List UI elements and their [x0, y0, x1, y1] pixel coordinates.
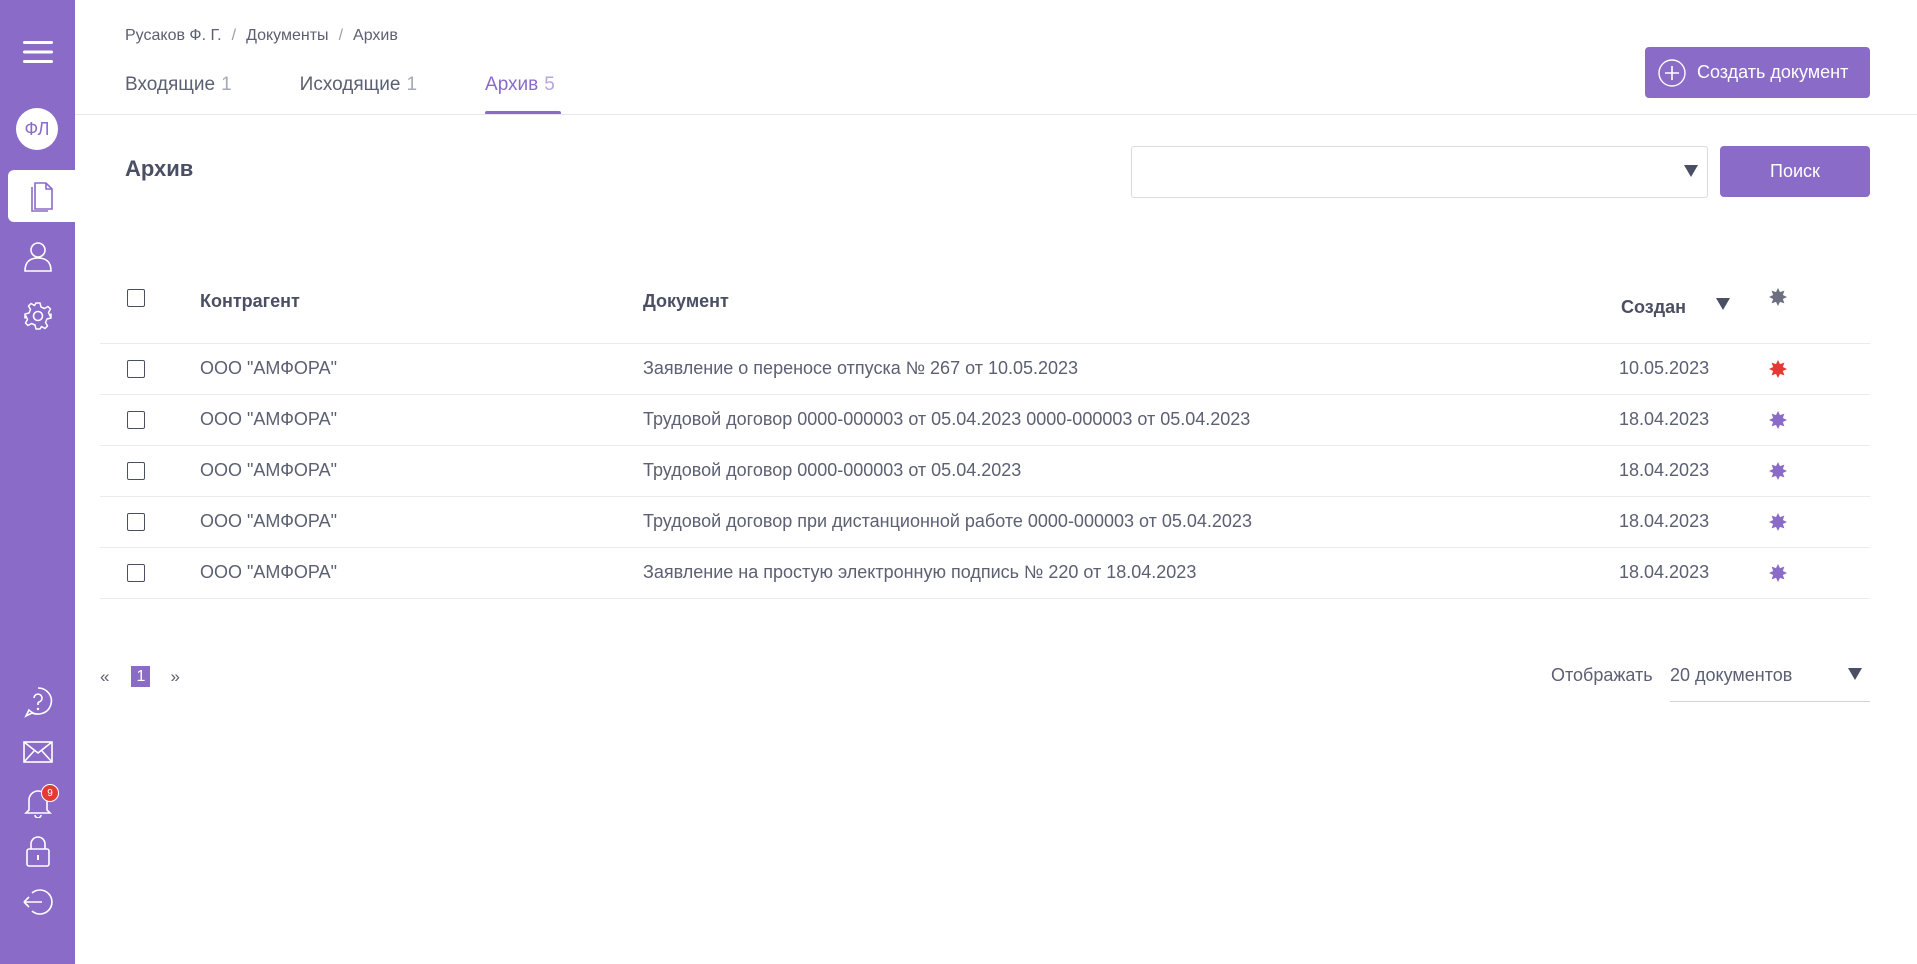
page-title: Архив: [125, 156, 194, 181]
logout-icon: [22, 889, 53, 915]
per-page-value: 20 документов: [1670, 665, 1793, 685]
table-row[interactable]: ООО "АМФОРА" Трудовой договор 0000-000003…: [100, 395, 1870, 446]
documents-icon: [30, 182, 53, 212]
sort-desc-icon[interactable]: [1716, 298, 1730, 311]
cell-created: 18.04.2023: [1619, 460, 1710, 480]
breadcrumb-separator: /: [338, 27, 344, 44]
column-header-document: Документ: [643, 291, 729, 311]
sidebar-item-settings[interactable]: [0, 294, 75, 338]
cell-counterparty: ООО "АМФОРА": [200, 409, 338, 429]
tab-label: Исходящие: [299, 74, 401, 95]
document-tabs: Входящие 1 Исходящие 1 Архив 5: [125, 74, 623, 115]
status-icon: [1769, 513, 1787, 531]
status-icon: [1769, 564, 1787, 582]
breadcrumb-item-user[interactable]: Русаков Ф. Г.: [125, 27, 222, 45]
cell-counterparty: ООО "АМФОРА": [200, 511, 338, 531]
pagination: « 1 »: [100, 666, 180, 687]
documents-table: Контрагент Документ Создан ООО "АМФОРА" З…: [100, 278, 1870, 599]
table-body: ООО "АМФОРА" Заявление о переносе отпуска…: [100, 344, 1870, 599]
table-row[interactable]: ООО "АМФОРА" Трудовой договор 0000-000003…: [100, 446, 1870, 497]
cell-document[interactable]: Трудовой договор 0000-000003 от 05.04.20…: [643, 409, 1250, 430]
tab-outgoing[interactable]: Исходящие 1: [300, 74, 417, 115]
help-icon: [23, 687, 52, 718]
cell-document[interactable]: Заявление на простую электронную подпись…: [643, 562, 1196, 583]
status-icon: [1769, 360, 1787, 378]
tab-label: Входящие: [125, 74, 216, 95]
table-row[interactable]: ООО "АМФОРА" Заявление на простую электро…: [100, 548, 1870, 599]
lock-icon: [25, 836, 50, 867]
notification-badge: 9: [41, 784, 59, 802]
plus-circle-icon: [1658, 58, 1686, 87]
sidebar-item-mail[interactable]: [0, 730, 75, 774]
cell-document[interactable]: Трудовой договор при дистанционной работ…: [643, 511, 1252, 532]
status-icon: [1769, 411, 1787, 429]
tab-label: Архив: [485, 74, 539, 95]
status-icon: [1769, 462, 1787, 480]
cell-created: 10.05.2023: [1619, 358, 1710, 378]
status-header-icon: [1769, 288, 1787, 306]
cell-document[interactable]: Трудовой договор 0000-000003 от 05.04.20…: [643, 460, 1021, 481]
row-checkbox[interactable]: [127, 462, 145, 480]
sidebar-item-notifications[interactable]: [0, 780, 75, 824]
cell-counterparty: ООО "АМФОРА": [200, 562, 338, 582]
header-divider: [75, 114, 1917, 115]
tab-count: 1: [221, 74, 232, 95]
cell-counterparty: ООО "АМФОРА": [200, 358, 338, 378]
contacts-icon: [23, 242, 52, 272]
tab-archive[interactable]: Архив 5: [485, 74, 561, 115]
mail-icon: [22, 741, 53, 763]
column-header-created[interactable]: Создан: [1621, 297, 1686, 318]
table-row[interactable]: ООО "АМФОРА" Трудовой договор при дистанц…: [100, 497, 1870, 548]
cell-created: 18.04.2023: [1619, 562, 1710, 582]
row-checkbox[interactable]: [127, 564, 145, 582]
menu-icon[interactable]: [0, 30, 75, 74]
chevron-down-icon: [1848, 668, 1862, 680]
tab-incoming[interactable]: Входящие 1: [125, 74, 232, 115]
column-header-counterparty: Контрагент: [200, 291, 300, 311]
sidebar-item-lock[interactable]: [0, 830, 75, 874]
chevron-down-icon: [1684, 165, 1698, 177]
breadcrumb-item-archive: Архив: [353, 27, 398, 44]
avatar[interactable]: ФЛ: [16, 108, 58, 150]
settings-icon: [23, 302, 52, 330]
pagination-next[interactable]: »: [170, 667, 179, 687]
sidebar-item-contacts[interactable]: [0, 234, 75, 278]
sidebar-item-help[interactable]: [0, 680, 75, 724]
create-document-button[interactable]: Создать документ: [1645, 47, 1870, 98]
breadcrumb-separator: /: [231, 27, 237, 44]
row-checkbox[interactable]: [127, 411, 145, 429]
sidebar: ФЛ 9: [0, 0, 75, 964]
cell-created: 18.04.2023: [1619, 409, 1710, 429]
breadcrumb: Русаков Ф. Г. / Документы / Архив: [125, 27, 398, 45]
per-page-label: Отображать: [1551, 665, 1653, 685]
tab-count: 1: [406, 74, 418, 95]
row-checkbox[interactable]: [127, 513, 145, 531]
pagination-page-current[interactable]: 1: [131, 666, 151, 687]
breadcrumb-item-documents[interactable]: Документы: [246, 27, 328, 45]
pagination-prev[interactable]: «: [100, 667, 109, 687]
per-page-select[interactable]: 20 документов: [1670, 656, 1870, 702]
cell-counterparty: ООО "АМФОРА": [200, 460, 338, 480]
filter-select[interactable]: [1131, 146, 1708, 198]
sidebar-item-documents[interactable]: [8, 170, 75, 222]
search-button[interactable]: Поиск: [1720, 146, 1870, 197]
cell-created: 18.04.2023: [1619, 511, 1710, 531]
row-checkbox[interactable]: [127, 360, 145, 378]
table-header: Контрагент Документ Создан: [100, 278, 1870, 344]
select-all-checkbox[interactable]: [127, 289, 145, 307]
tab-count: 5: [544, 74, 555, 95]
create-document-label: Создать документ: [1697, 62, 1849, 82]
sidebar-item-logout[interactable]: [0, 880, 75, 924]
cell-document[interactable]: Заявление о переносе отпуска № 267 от 10…: [643, 358, 1078, 379]
table-row[interactable]: ООО "АМФОРА" Заявление о переносе отпуска…: [100, 344, 1870, 395]
